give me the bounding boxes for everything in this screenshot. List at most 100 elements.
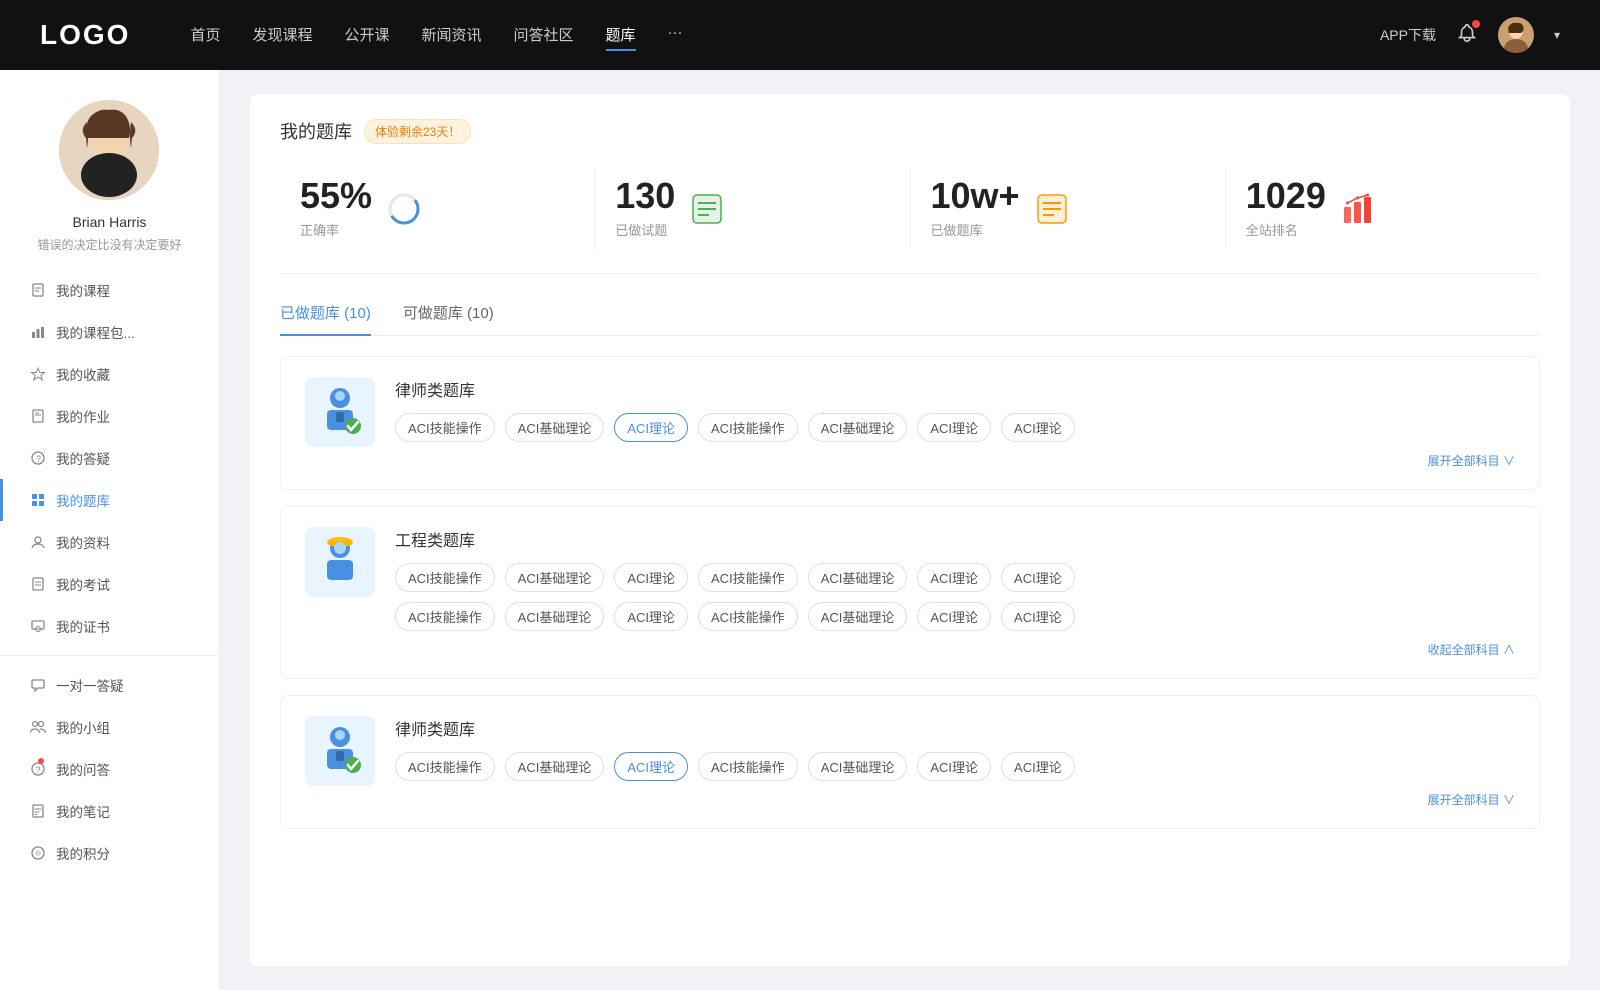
- tag-eng-8[interactable]: ACI基础理论: [505, 602, 605, 631]
- tag-lawyer-2-1[interactable]: ACI基础理论: [505, 752, 605, 781]
- tag-lawyer-2-5[interactable]: ACI理论: [917, 752, 991, 781]
- cert-icon: [30, 618, 46, 634]
- page-header: 我的题库 体验剩余23天！: [280, 118, 1540, 144]
- sidebar-item-myhomework-label: 我的作业: [56, 406, 110, 426]
- sidebar-item-oneone-label: 一对一答疑: [56, 675, 124, 695]
- tag-lawyer-1-2[interactable]: ACI理论: [614, 413, 688, 442]
- notification-dot: [1472, 20, 1480, 28]
- tag-eng-4[interactable]: ACI基础理论: [808, 563, 908, 592]
- sidebar-item-myqanda[interactable]: ? 我的问答: [0, 748, 219, 790]
- points-icon: [30, 845, 46, 861]
- tag-lawyer-1-5[interactable]: ACI理论: [917, 413, 991, 442]
- main-content: 我的题库 体验剩余23天！ 55% 正确率: [220, 70, 1600, 990]
- tag-lawyer-2-3[interactable]: ACI技能操作: [698, 752, 798, 781]
- qmark-icon: ?: [30, 761, 46, 777]
- tag-eng-13[interactable]: ACI理论: [1001, 602, 1075, 631]
- tabs-row: 已做题库 (10) 可做题库 (10): [280, 302, 1540, 336]
- nav-item-news[interactable]: 新闻资讯: [422, 20, 482, 51]
- stat-done-questions-label: 已做试题: [615, 220, 675, 239]
- sidebar-item-myexam[interactable]: 我的考试: [0, 563, 219, 605]
- sidebar-item-mynotes[interactable]: 我的笔记: [0, 790, 219, 832]
- nav-item-opencourse[interactable]: 公开课: [344, 20, 389, 51]
- tag-lawyer-1-1[interactable]: ACI基础理论: [505, 413, 605, 442]
- tag-eng-0[interactable]: ACI技能操作: [395, 563, 495, 592]
- qbank-tags-engineer-row1: ACI技能操作 ACI基础理论 ACI理论 ACI技能操作 ACI基础理论 AC…: [395, 563, 1515, 592]
- sidebar-item-mypkg[interactable]: 我的课程包...: [0, 311, 219, 353]
- chart-icon: [30, 324, 46, 340]
- nav-item-more[interactable]: ···: [668, 20, 683, 51]
- navbar: LOGO 首页 发现课程 公开课 新闻资讯 问答社区 题库 ··· APP下载: [0, 0, 1600, 70]
- tag-eng-7[interactable]: ACI技能操作: [395, 602, 495, 631]
- qbank-body-lawyer-1: 律师类题库 ACI技能操作 ACI基础理论 ACI理论 ACI技能操作 ACI基…: [395, 377, 1515, 469]
- stat-accuracy: 55% 正确率: [280, 168, 595, 249]
- nav-item-qbank[interactable]: 题库: [606, 20, 636, 51]
- tag-eng-6[interactable]: ACI理论: [1001, 563, 1075, 592]
- tag-lawyer-2-2[interactable]: ACI理论: [614, 752, 688, 781]
- sidebar-divider: [0, 655, 219, 656]
- sidebar-menu: 我的课程 我的课程包... 我的收藏 我的作业: [0, 269, 219, 874]
- sidebar-item-mypoints[interactable]: 我的积分: [0, 832, 219, 874]
- tag-lawyer-1-6[interactable]: ACI理论: [1001, 413, 1075, 442]
- sidebar-item-mypkg-label: 我的课程包...: [56, 322, 135, 342]
- tab-available-qbank[interactable]: 可做题库 (10): [403, 302, 494, 335]
- sidebar-item-myqa[interactable]: ? 我的答疑: [0, 437, 219, 479]
- sidebar-item-myqanda-label: 我的问答: [56, 759, 110, 779]
- sidebar-item-mynotes-label: 我的笔记: [56, 801, 110, 821]
- tag-lawyer-2-6[interactable]: ACI理论: [1001, 752, 1075, 781]
- nav-item-home[interactable]: 首页: [190, 20, 220, 51]
- tag-eng-1[interactable]: ACI基础理论: [505, 563, 605, 592]
- qanda-notification-dot: [38, 758, 44, 764]
- star-icon: [30, 366, 46, 382]
- stat-accuracy-label: 正确率: [300, 220, 372, 239]
- tag-lawyer-2-0[interactable]: ACI技能操作: [395, 752, 495, 781]
- stat-done-questions: 130 已做试题: [595, 168, 910, 249]
- logo[interactable]: LOGO: [40, 19, 130, 51]
- tag-eng-2[interactable]: ACI理论: [614, 563, 688, 592]
- qbanks-icon: [1034, 191, 1070, 227]
- tab-done-qbank[interactable]: 已做题库 (10): [280, 302, 371, 335]
- avatar-image: [1498, 17, 1534, 53]
- profile-name: Brian Harris: [73, 214, 147, 230]
- sidebar-item-mygroup-label: 我的小组: [56, 717, 110, 737]
- tag-lawyer-1-4[interactable]: ACI基础理论: [808, 413, 908, 442]
- stat-done-qbanks-value: 10w+: [931, 178, 1020, 214]
- sidebar-item-myprofile[interactable]: 我的资料: [0, 521, 219, 563]
- profile-avatar[interactable]: [59, 100, 159, 200]
- sidebar-item-mygroup[interactable]: 我的小组: [0, 706, 219, 748]
- collapse-link-engineer[interactable]: 收起全部科目 ∧: [395, 641, 1515, 658]
- expand-link-lawyer-1[interactable]: 展开全部科目 ∨: [395, 452, 1515, 469]
- tag-eng-11[interactable]: ACI基础理论: [808, 602, 908, 631]
- main-inner: 我的题库 体验剩余23天！ 55% 正确率: [250, 94, 1570, 966]
- notification-bell[interactable]: [1456, 22, 1478, 49]
- file2-icon: [30, 576, 46, 592]
- stat-done-qbanks: 10w+ 已做题库: [911, 168, 1226, 249]
- sidebar-item-myqbank[interactable]: 我的题库: [0, 479, 219, 521]
- tag-lawyer-1-3[interactable]: ACI技能操作: [698, 413, 798, 442]
- sidebar-item-mycert[interactable]: 我的证书: [0, 605, 219, 647]
- stat-accuracy-value: 55%: [300, 178, 372, 214]
- tag-eng-9[interactable]: ACI理论: [614, 602, 688, 631]
- user-menu-chevron[interactable]: ▾: [1554, 28, 1560, 42]
- tag-eng-10[interactable]: ACI技能操作: [698, 602, 798, 631]
- sidebar-item-mycourse[interactable]: 我的课程: [0, 269, 219, 311]
- tag-lawyer-2-4[interactable]: ACI基础理论: [808, 752, 908, 781]
- note-icon: [30, 803, 46, 819]
- sidebar-item-myhomework[interactable]: 我的作业: [0, 395, 219, 437]
- sidebar-item-mycert-label: 我的证书: [56, 616, 110, 636]
- app-download-link[interactable]: APP下载: [1380, 25, 1436, 45]
- tag-eng-12[interactable]: ACI理论: [917, 602, 991, 631]
- user-avatar[interactable]: [1498, 17, 1534, 53]
- nav-item-qa[interactable]: 问答社区: [514, 20, 574, 51]
- rank-icon: [1340, 191, 1376, 227]
- tag-eng-5[interactable]: ACI理论: [917, 563, 991, 592]
- qbank-card-lawyer-2: 律师类题库 ACI技能操作 ACI基础理论 ACI理论 ACI技能操作 ACI基…: [280, 695, 1540, 829]
- nav-item-discover[interactable]: 发现课程: [252, 20, 312, 51]
- page-layout: Brian Harris 错误的决定比没有决定要好 我的课程 我的课程包...: [0, 70, 1600, 990]
- sidebar-item-myexam-label: 我的考试: [56, 574, 110, 594]
- tag-eng-3[interactable]: ACI技能操作: [698, 563, 798, 592]
- sidebar-item-oneone[interactable]: 一对一答疑: [0, 664, 219, 706]
- expand-link-lawyer-2[interactable]: 展开全部科目 ∨: [395, 791, 1515, 808]
- tag-lawyer-1-0[interactable]: ACI技能操作: [395, 413, 495, 442]
- chat-icon: [30, 677, 46, 693]
- sidebar-item-myfav[interactable]: 我的收藏: [0, 353, 219, 395]
